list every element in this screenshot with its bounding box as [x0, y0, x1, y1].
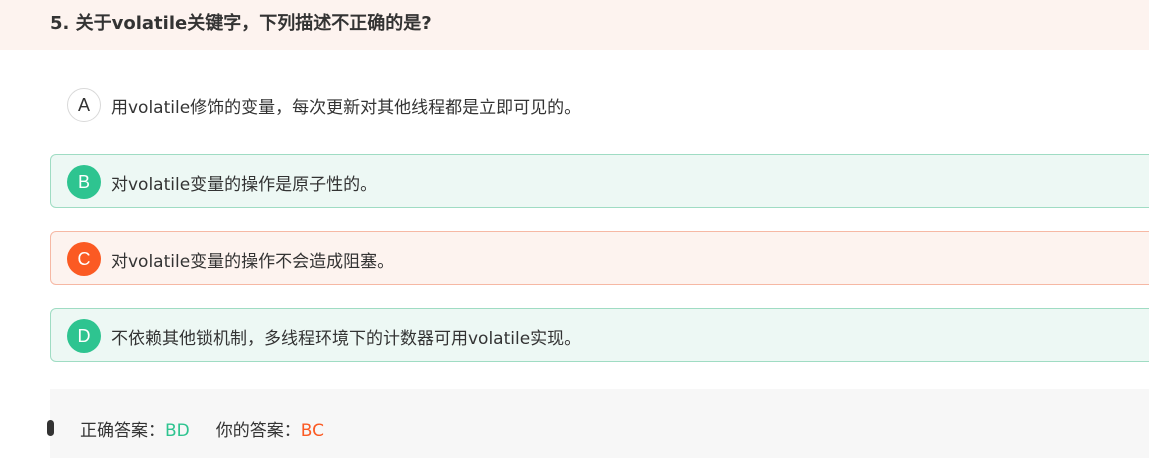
option-d[interactable]: D 不依赖其他锁机制，多线程环境下的计数器可用volatile实现。: [50, 308, 1149, 362]
answer-panel: 正确答案：BD 你的答案：BC: [47, 389, 1149, 458]
option-b[interactable]: B 对volatile变量的操作是原子性的。: [50, 154, 1149, 208]
your-answer-label: 你的答案：: [215, 421, 301, 441]
option-a-badge: A: [67, 88, 101, 122]
option-c-text: 对volatile变量的操作不会造成阻塞。: [111, 252, 395, 272]
your-answer-value: BC: [300, 421, 324, 441]
option-d-text: 不依赖其他锁机制，多线程环境下的计数器可用volatile实现。: [111, 329, 582, 349]
answer-marker-icon: [47, 420, 54, 436]
option-c-badge: C: [67, 242, 101, 276]
option-c[interactable]: C 对volatile变量的操作不会造成阻塞。: [50, 231, 1149, 285]
option-b-badge: B: [67, 165, 101, 199]
option-d-badge: D: [67, 319, 101, 353]
answer-row: 正确答案：BD 你的答案：BC: [80, 416, 324, 441]
correct-answer-value: BD: [165, 421, 190, 441]
question-header: 5. 关于volatile关键字，下列描述不正确的是?: [0, 0, 1149, 50]
option-a[interactable]: A 用volatile修饰的变量，每次更新对其他线程都是立即可见的。: [50, 77, 1149, 131]
question-title: 5. 关于volatile关键字，下列描述不正确的是?: [50, 13, 432, 34]
correct-answer-label: 正确答案：: [80, 421, 165, 441]
option-a-text: 用volatile修饰的变量，每次更新对其他线程都是立即可见的。: [111, 98, 582, 118]
option-b-text: 对volatile变量的操作是原子性的。: [111, 175, 378, 195]
